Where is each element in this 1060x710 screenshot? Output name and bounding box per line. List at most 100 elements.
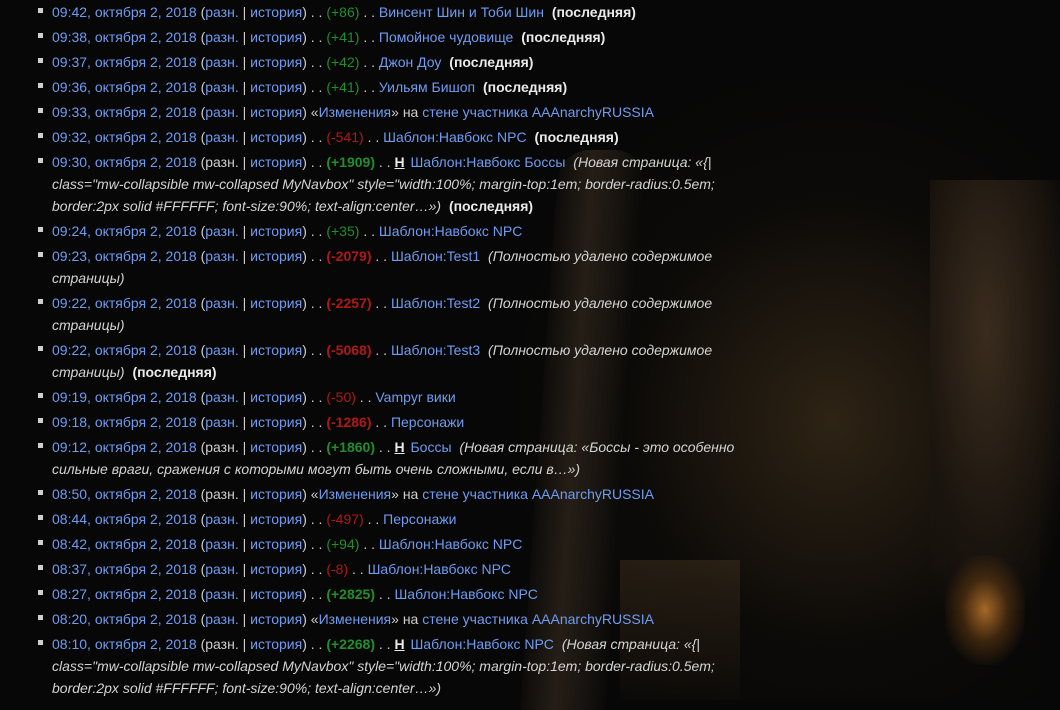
history-link[interactable]: история bbox=[250, 104, 302, 120]
timestamp-link[interactable]: 09:42, октября 2, 2018 bbox=[52, 4, 197, 20]
page-title-link[interactable]: Шаблон:Test2 bbox=[391, 295, 480, 311]
timestamp-link[interactable]: 08:44, октября 2, 2018 bbox=[52, 511, 197, 527]
page-title-link[interactable]: Шаблон:Test1 bbox=[391, 248, 480, 264]
timestamp-link[interactable]: 09:19, октября 2, 2018 bbox=[52, 389, 197, 405]
history-link[interactable]: история bbox=[250, 586, 302, 602]
page-title-link[interactable]: Шаблон:Навбокс NPC bbox=[379, 223, 522, 239]
diff-link[interactable]: разн. bbox=[205, 248, 238, 264]
history-link[interactable]: история bbox=[250, 4, 302, 20]
timestamp-link[interactable]: 08:42, октября 2, 2018 bbox=[52, 536, 197, 552]
timestamp-link[interactable]: 09:33, октября 2, 2018 bbox=[52, 104, 197, 120]
background-lantern bbox=[945, 555, 1025, 665]
history-link[interactable]: история bbox=[250, 54, 302, 70]
history-link[interactable]: история bbox=[250, 611, 302, 627]
history-link[interactable]: история bbox=[250, 439, 302, 455]
timestamp-link[interactable]: 09:32, октября 2, 2018 bbox=[52, 129, 197, 145]
history-link[interactable]: история bbox=[250, 223, 302, 239]
timestamp-link[interactable]: 09:18, октября 2, 2018 bbox=[52, 414, 197, 430]
timestamp-link[interactable]: 09:23, октября 2, 2018 bbox=[52, 248, 197, 264]
page-title-link[interactable]: Шаблон:Навбокс NPC bbox=[379, 536, 522, 552]
page-title-link[interactable]: Персонажи bbox=[383, 511, 456, 527]
history-link[interactable]: история bbox=[250, 414, 302, 430]
history-link[interactable]: история bbox=[250, 79, 302, 95]
history-link[interactable]: история bbox=[250, 129, 302, 145]
diff-link[interactable]: разн. bbox=[205, 79, 238, 95]
page-title-link[interactable]: Vampyr вики bbox=[375, 389, 455, 405]
changes-link[interactable]: Изменения bbox=[319, 611, 392, 627]
separator-dots: . . bbox=[363, 4, 375, 20]
diff-link[interactable]: разн. bbox=[205, 611, 238, 627]
page-title-link[interactable]: Уильям Бишоп bbox=[379, 79, 475, 95]
timestamp-link[interactable]: 08:37, октября 2, 2018 bbox=[52, 561, 197, 577]
page-title-link[interactable]: Помойное чудовище bbox=[379, 29, 513, 45]
diff-link[interactable]: разн. bbox=[205, 389, 238, 405]
timestamp-link[interactable]: 09:30, октября 2, 2018 bbox=[52, 154, 197, 170]
separator-dots: . . bbox=[310, 79, 323, 95]
timestamp-link[interactable]: 09:24, октября 2, 2018 bbox=[52, 223, 197, 239]
page-title-link[interactable]: Шаблон:Навбокс NPC bbox=[410, 636, 553, 652]
diff-link[interactable]: разн. bbox=[205, 129, 238, 145]
latest-badge: (последняя) bbox=[534, 129, 619, 145]
user-wall-link[interactable]: стене участника AAAnarchyRUSSIA bbox=[422, 104, 654, 120]
history-link[interactable]: история bbox=[250, 295, 302, 311]
timestamp-link[interactable]: 09:36, октября 2, 2018 bbox=[52, 79, 197, 95]
page-title-link[interactable]: Шаблон:Навбокс NPC bbox=[394, 586, 537, 602]
changes-link[interactable]: Изменения bbox=[319, 486, 392, 502]
history-link[interactable]: история bbox=[250, 536, 302, 552]
history-link[interactable]: история bbox=[250, 248, 302, 264]
timestamp-link[interactable]: 08:20, октября 2, 2018 bbox=[52, 611, 197, 627]
diff-link[interactable]: разн. bbox=[205, 511, 238, 527]
separator-dots: . . bbox=[310, 561, 323, 577]
timestamp-link[interactable]: 09:22, октября 2, 2018 bbox=[52, 342, 197, 358]
page-title-link[interactable]: Винсент Шин и Тоби Шин bbox=[379, 4, 544, 20]
history-link[interactable]: история bbox=[250, 636, 302, 652]
change-entry: 09:22, октября 2, 2018 (разн. | история)… bbox=[38, 291, 742, 338]
diff-link[interactable]: разн. bbox=[205, 4, 238, 20]
separator-dots: . . bbox=[310, 511, 323, 527]
timestamp-link[interactable]: 09:12, октября 2, 2018 bbox=[52, 439, 197, 455]
timestamp-link[interactable]: 08:10, октября 2, 2018 bbox=[52, 636, 197, 652]
history-link[interactable]: история bbox=[250, 154, 302, 170]
timestamp-link[interactable]: 08:27, октября 2, 2018 bbox=[52, 586, 197, 602]
diff-link[interactable]: разн. bbox=[205, 29, 238, 45]
page-title-link[interactable]: Шаблон:Навбокс NPC bbox=[383, 129, 526, 145]
page-title-link[interactable]: Персонажи bbox=[391, 414, 464, 430]
separator-dots: . . bbox=[378, 154, 391, 170]
diff-link[interactable]: разн. bbox=[205, 561, 238, 577]
diff-link[interactable]: разн. bbox=[205, 54, 238, 70]
separator-dots: . . bbox=[310, 536, 323, 552]
page-title-link[interactable]: Шаблон:Test3 bbox=[391, 342, 480, 358]
history-link[interactable]: история bbox=[250, 342, 302, 358]
separator-dots: . . bbox=[363, 223, 375, 239]
user-wall-link[interactable]: стене участника AAAnarchyRUSSIA bbox=[422, 486, 654, 502]
size-delta: (-541) bbox=[326, 129, 364, 145]
timestamp-link[interactable]: 09:38, октября 2, 2018 bbox=[52, 29, 197, 45]
user-wall-link[interactable]: стене участника AAAnarchyRUSSIA bbox=[422, 611, 654, 627]
page-title-link[interactable]: Боссы bbox=[410, 439, 451, 455]
separator-dots: . . bbox=[310, 54, 323, 70]
diff-link[interactable]: разн. bbox=[205, 586, 238, 602]
timestamp-link[interactable]: 09:22, октября 2, 2018 bbox=[52, 295, 197, 311]
history-link[interactable]: история bbox=[250, 561, 302, 577]
history-link[interactable]: история bbox=[250, 486, 302, 502]
diff-link[interactable]: разн. bbox=[205, 104, 238, 120]
diff-link[interactable]: разн. bbox=[205, 414, 238, 430]
separator-dots: . . bbox=[363, 79, 375, 95]
diff-link[interactable]: разн. bbox=[205, 295, 238, 311]
changes-link[interactable]: Изменения bbox=[319, 104, 392, 120]
history-link[interactable]: история bbox=[250, 389, 302, 405]
history-link[interactable]: история bbox=[250, 511, 302, 527]
separator-dots: . . bbox=[310, 389, 323, 405]
page-title-link[interactable]: Шаблон:Навбокс NPC bbox=[368, 561, 511, 577]
diff-link[interactable]: разн. bbox=[205, 342, 238, 358]
page-title-link[interactable]: Джон Доу bbox=[379, 54, 442, 70]
change-entry: 08:44, октября 2, 2018 (разн. | история)… bbox=[38, 507, 742, 532]
diff-link[interactable]: разн. bbox=[205, 223, 238, 239]
diff-label: разн. bbox=[205, 154, 239, 170]
history-link[interactable]: история bbox=[250, 29, 302, 45]
page-title-link[interactable]: Шаблон:Навбокс Боссы bbox=[410, 154, 565, 170]
timestamp-link[interactable]: 08:50, октября 2, 2018 bbox=[52, 486, 197, 502]
separator-dots: . . bbox=[378, 636, 391, 652]
timestamp-link[interactable]: 09:37, октября 2, 2018 bbox=[52, 54, 197, 70]
diff-link[interactable]: разн. bbox=[205, 536, 238, 552]
